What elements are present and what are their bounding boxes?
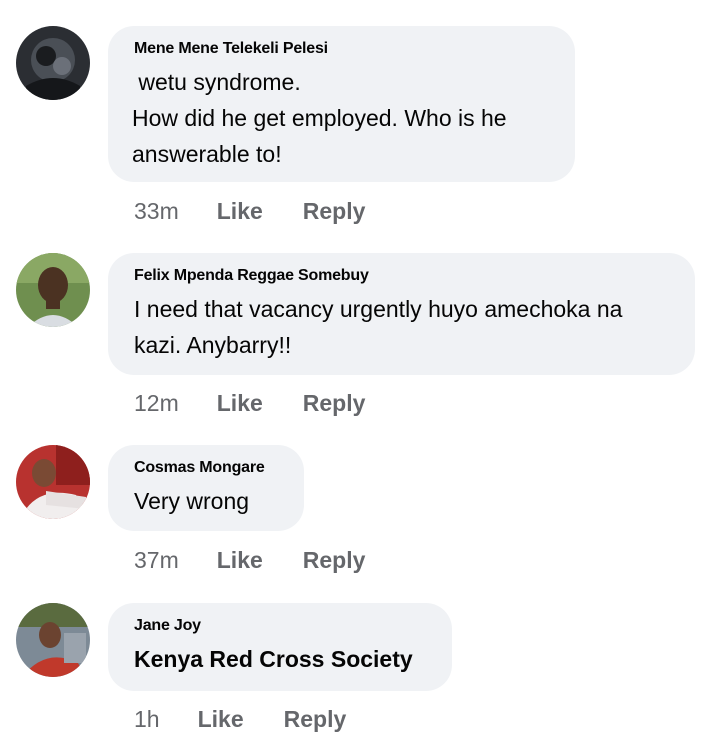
like-button[interactable]: Like: [217, 198, 263, 225]
like-button[interactable]: Like: [217, 390, 263, 417]
avatar[interactable]: [16, 253, 90, 327]
reply-button[interactable]: Reply: [303, 547, 366, 574]
comment-author[interactable]: Mene Mene Telekeli Pelesi: [134, 40, 551, 58]
comment-text: Very wrong: [134, 488, 250, 514]
avatar-image: [16, 445, 90, 519]
like-button[interactable]: Like: [217, 547, 263, 574]
reply-button[interactable]: Reply: [284, 706, 347, 733]
comment-author[interactable]: Cosmas Mongare: [134, 459, 280, 477]
comment-bubble: Mene Mene Telekeli Pelesi wetu syndrome.…: [108, 26, 575, 182]
avatar[interactable]: [16, 603, 90, 677]
comment-author[interactable]: Jane Joy: [134, 617, 428, 635]
comment-timestamp[interactable]: 12m: [134, 390, 179, 417]
comment-text-tag[interactable]: Kenya Red Cross Society: [134, 641, 428, 677]
like-button[interactable]: Like: [198, 706, 244, 733]
avatar[interactable]: [16, 445, 90, 519]
comment-bubble: Felix Mpenda Reggae Somebuy I need that …: [108, 253, 695, 375]
comment-text: wetu syndrome. How did he get employed. …: [132, 69, 507, 167]
comment-text: I need that vacancy urgently huyo amecho…: [134, 296, 623, 358]
comment-timestamp[interactable]: 1h: [134, 706, 160, 733]
avatar-image: [16, 26, 90, 100]
reply-button[interactable]: Reply: [303, 198, 366, 225]
reply-button[interactable]: Reply: [303, 390, 366, 417]
comment-actions: 33m Like Reply: [134, 198, 365, 225]
comment-bubble: Jane Joy Kenya Red Cross Society: [108, 603, 452, 691]
comment-timestamp[interactable]: 33m: [134, 198, 179, 225]
comment-timestamp[interactable]: 37m: [134, 547, 179, 574]
avatar-image: [16, 603, 90, 677]
comment-actions: 37m Like Reply: [134, 547, 365, 574]
avatar[interactable]: [16, 26, 90, 100]
avatar-image: [16, 253, 90, 327]
comment-bubble: Cosmas Mongare Very wrong: [108, 445, 304, 531]
comment-actions: 12m Like Reply: [134, 390, 365, 417]
comment-actions: 1h Like Reply: [134, 706, 346, 733]
comment-author[interactable]: Felix Mpenda Reggae Somebuy: [134, 267, 671, 285]
